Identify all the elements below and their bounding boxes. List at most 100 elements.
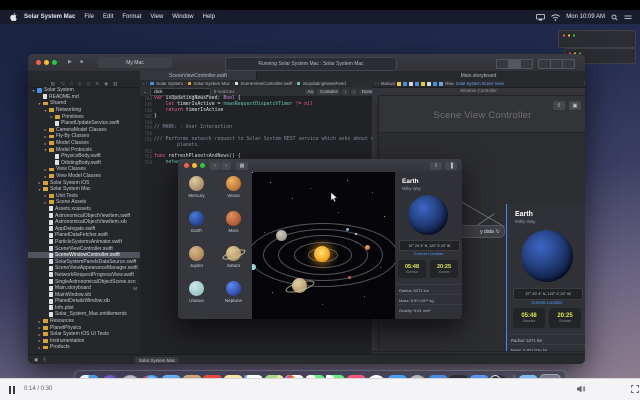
navigator-item[interactable]: PlanetDetailsWindow.xib (28, 298, 140, 305)
navigator-item[interactable]: ▸ CameraModel Classes (28, 127, 140, 134)
match-case-toggle[interactable]: Aa (304, 88, 316, 95)
current-location-link[interactable]: Current Location (395, 251, 462, 256)
report-navigator-icon[interactable]: ▥ (113, 81, 117, 87)
run-button[interactable]: ▶ (68, 59, 72, 65)
navigator-item[interactable]: ▸ Scene Assets (28, 199, 140, 206)
project-navigator-icon[interactable]: ▤ (51, 81, 55, 87)
back-forward-icons[interactable]: ‹ › (143, 81, 147, 86)
version-editor-button[interactable] (520, 58, 533, 69)
navigator-item[interactable]: SingleAstronomicalObjectScene.scn (28, 278, 140, 285)
pause-button[interactable] (9, 386, 17, 394)
share-button[interactable]: ⇧ (430, 161, 442, 170)
navigator-item[interactable]: Main.storyboard M (28, 285, 140, 292)
navigator-item[interactable]: ▸ Unit Tests (28, 193, 140, 200)
storyboard-crumb-icon[interactable] (432, 81, 437, 86)
menu-edit[interactable]: Edit (103, 14, 113, 20)
storyboard-jump-bar[interactable]: ‹ › Manual View Solar System Scene View … (372, 80, 585, 88)
scene-title-label[interactable]: Window Controller (372, 88, 585, 93)
menu-view[interactable]: View (150, 14, 163, 20)
storyboard-crumb-icon[interactable] (438, 81, 443, 86)
navigator-item[interactable]: ParticleSystemsAnimator.swift (28, 239, 140, 246)
breakpoint-navigator-icon[interactable]: ◉ (104, 81, 108, 87)
navigator-item[interactable]: AstronomicalObjectViewItem.swift (28, 212, 140, 219)
menu-file[interactable]: File (84, 14, 94, 20)
find-done-button[interactable]: Done (359, 88, 372, 95)
search-navigator-icon[interactable]: ○ (70, 81, 73, 86)
test-navigator-icon[interactable]: ◇ (87, 81, 90, 87)
navigator-item[interactable]: Solar_System_Mac.entitlements (28, 311, 140, 318)
close-assistant-icon[interactable]: ✕ (584, 81, 585, 87)
navigator-item[interactable]: ▸ Primitives (28, 113, 140, 120)
minimize-button[interactable] (192, 163, 197, 168)
navigator-item[interactable]: ▸ Resources (28, 318, 140, 325)
back-forward-icons[interactable]: ‹ › (375, 81, 379, 86)
navigator-item[interactable]: MainWindow.xib (28, 291, 140, 298)
navigator-item[interactable]: SolarSystemPanelsDataSource.swift (28, 258, 140, 265)
storyboard-crumb-icon[interactable] (414, 81, 419, 86)
navigator-item[interactable]: ▾ Solar System Mac (28, 186, 140, 193)
navigator-item[interactable]: PlanetUpdateService.swift (28, 120, 140, 127)
match-mode-select[interactable]: Contains (317, 88, 341, 95)
share-button[interactable]: ⇧ (553, 101, 565, 110)
find-options-chevron[interactable]: ⌄ (143, 89, 147, 95)
debug-area-icon[interactable]: ▣ (34, 357, 38, 363)
wifi-icon[interactable] (551, 13, 561, 21)
navigator-item[interactable]: ▾ Networking (28, 107, 140, 114)
planet-item-uranus[interactable]: Uranus (178, 281, 215, 316)
navigator-item[interactable]: SceneViewController.swift (28, 245, 140, 252)
issue-navigator-icon[interactable]: ⚠ (78, 81, 82, 87)
find-next-button[interactable]: › (350, 88, 358, 95)
planet-item-jupiter[interactable]: Jupiter (178, 246, 215, 281)
zoom-button[interactable] (52, 60, 57, 65)
planet-item-mercury[interactable]: Mercury (178, 176, 215, 211)
grid-view-button[interactable]: ▦ (236, 161, 248, 170)
solar-system-scene[interactable] (252, 172, 395, 319)
forward-button[interactable]: › (221, 161, 231, 170)
minimize-button[interactable] (44, 60, 49, 65)
storyboard-crumb-icon[interactable] (396, 81, 401, 86)
navigator-item[interactable]: PhysicsBody.swift (28, 153, 140, 160)
planet-item-earth[interactable]: Earth (178, 211, 215, 246)
navigator-item[interactable]: AppDelegate.swift (28, 225, 140, 232)
find-previous-button[interactable]: ‹ (342, 88, 349, 95)
app-menu-title[interactable]: Solar System Mac (24, 14, 75, 20)
volume-icon[interactable] (576, 384, 586, 394)
menu-clock[interactable]: Mon 10:09 AM (566, 14, 605, 20)
navigator-item[interactable]: OrbitingBody.swift (28, 160, 140, 167)
navigator-item[interactable]: Info.plist (28, 305, 140, 312)
navigator-item[interactable]: SceneWindowController.swift (28, 251, 140, 259)
crumb-view[interactable]: View (445, 81, 454, 86)
crumb-scene-view[interactable]: Solar System Scene View (456, 81, 504, 86)
planet-item-mars[interactable]: Mars (215, 211, 252, 246)
navigator-item[interactable]: README.md (28, 94, 140, 101)
sidebar-toggle-button[interactable]: ▐ (445, 161, 457, 170)
panel-toggle-button[interactable]: ▣ (569, 101, 581, 110)
storyboard-crumb-icon[interactable] (426, 81, 431, 86)
breakpoints-icon[interactable]: ⏚ (42, 357, 47, 363)
spotlight-icon[interactable] (611, 14, 618, 21)
zoom-button[interactable] (200, 163, 205, 168)
close-button[interactable] (36, 60, 41, 65)
tab-scene-view-controller[interactable]: SceneViewController.swift (140, 71, 257, 80)
storyboard-crumb-icon[interactable] (408, 81, 413, 86)
planet-item-venus[interactable]: Venus (215, 176, 252, 211)
storyboard-crumb-icon[interactable] (420, 81, 425, 86)
back-button[interactable]: ‹ (210, 161, 220, 170)
navigator-item[interactable]: AstronomicalObjectViewItem.xib (28, 219, 140, 226)
airplay-icon[interactable] (536, 13, 546, 21)
navigator-item[interactable]: NetworkRequestProgressView.swift (28, 272, 140, 279)
fullscreen-icon[interactable] (631, 385, 639, 393)
navigator-item[interactable]: ▾ Shared (28, 100, 140, 107)
navigator-item[interactable]: ▾ Solar System (28, 87, 140, 94)
navigator-item[interactable]: ▸ Solar System iOS (28, 179, 140, 186)
planet-details-preview[interactable]: Earth Milky Way 37° 20' 4" N, 122° 0' 22… (506, 204, 585, 352)
navigator-item[interactable]: SceneViewAppearanceManager.swift (28, 265, 140, 272)
navigator-item[interactable]: ▸ View Model Classes (28, 173, 140, 180)
navigator-item[interactable]: ▾ Model Protocols (28, 146, 140, 153)
process-chip[interactable]: Solar System Mac (134, 357, 180, 363)
source-control-icon[interactable]: ⌥ (60, 81, 65, 87)
apple-menu-icon[interactable] (10, 13, 17, 21)
tab-main-storyboard[interactable]: Main.storyboard (372, 71, 585, 80)
planet-item-saturn[interactable]: Saturn (215, 246, 252, 281)
find-input[interactable]: click (149, 87, 211, 96)
